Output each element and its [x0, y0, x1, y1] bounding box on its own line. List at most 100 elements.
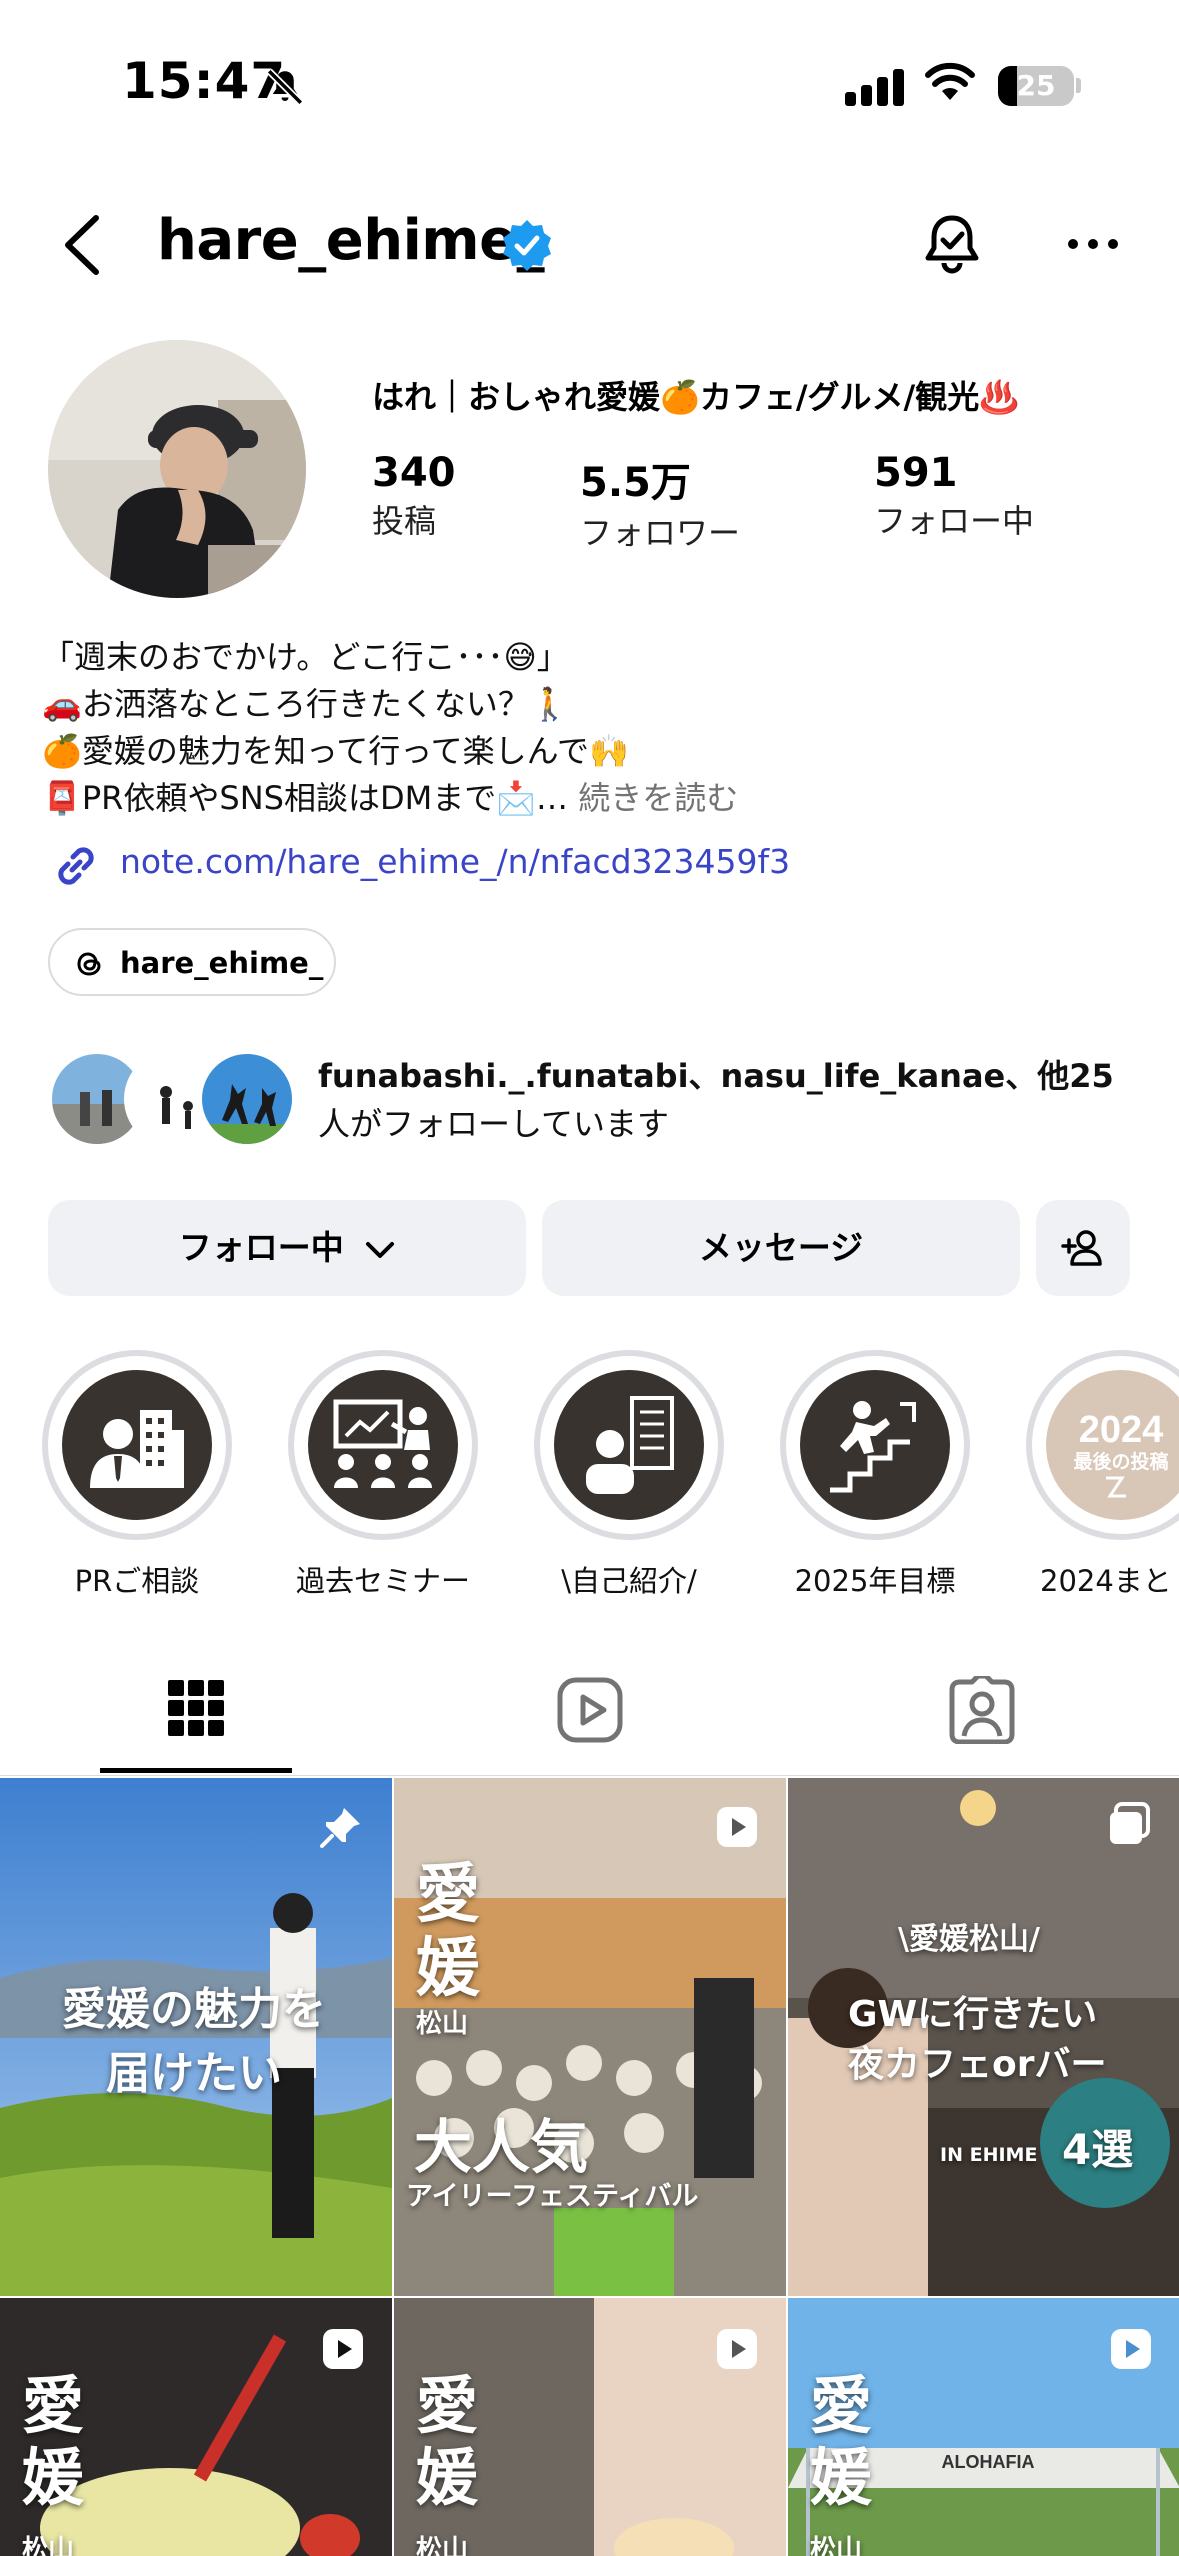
story-highlight[interactable]: 2025年目標 — [780, 1350, 970, 1600]
story-highlight[interactable]: PRご相談 — [42, 1350, 232, 1600]
reel-icon — [323, 2329, 363, 2369]
following-button[interactable]: フォロー中 — [48, 1200, 526, 1296]
highlight-label: PRご相談 — [74, 1564, 200, 1598]
reels-tab-icon[interactable] — [556, 1676, 624, 1744]
suggest-people-button[interactable] — [1036, 1200, 1130, 1296]
post-overlay-text: 愛 — [416, 1858, 480, 1932]
story-highlight[interactable]: 過去セミナー — [288, 1350, 478, 1600]
battery-tip — [1076, 78, 1081, 93]
highlight-label: 2025年目標 — [794, 1564, 956, 1598]
battery-icon: 25 — [998, 66, 1074, 106]
profile-avatar[interactable] — [48, 340, 306, 598]
profile-display-name: はれ｜おしゃれ愛媛🍊カフェ/グルメ/観光♨️ — [372, 378, 1020, 416]
add-person-icon — [1061, 1230, 1102, 1266]
stat-followers[interactable]: 5.5万 フォロワー — [580, 450, 740, 554]
highlight-ring — [288, 1350, 478, 1540]
story-highlight[interactable]: 2024 最後の投稿 2024まと — [1026, 1350, 1179, 1600]
tagged-tab-icon[interactable] — [948, 1676, 1016, 1744]
stat-following-value: 591 — [874, 450, 958, 496]
reel-icon — [1111, 2329, 1151, 2369]
post-thumbnail[interactable]: ALOHAFIA 愛 媛 松山 — [788, 2298, 1179, 2556]
post-overlay-text: 媛 — [416, 1932, 480, 2006]
link-icon — [58, 847, 94, 885]
reel-icon — [717, 2329, 757, 2369]
post-overlay-title: 大人気 — [414, 2113, 589, 2181]
stat-following[interactable]: 591 フォロー中 — [874, 450, 1034, 542]
highlight-cover-subtitle: 最後の投稿 — [1073, 1450, 1168, 1473]
bio-link[interactable]: note.com/hare_ehime_/n/nfacd323459f3 — [120, 842, 790, 881]
post-overlay-top: \愛媛松山/ — [898, 1922, 1040, 1957]
carousel-icon — [1110, 1802, 1150, 1844]
threads-handle: hare_ehime_ — [120, 946, 324, 980]
stat-posts[interactable]: 340 投稿 — [372, 450, 456, 542]
highlight-ring: 2024 最後の投稿 — [1026, 1350, 1179, 1540]
highlight-ring — [534, 1350, 724, 1540]
post-overlay-text: 媛 — [810, 2441, 873, 2514]
year-summary-icon: 2024 最後の投稿 — [1073, 1409, 1169, 1498]
verified-badge-icon — [503, 220, 551, 271]
followed-by-names: funabashi._.funatabi、nasu_life_kanae、他25 — [318, 1057, 1114, 1095]
stat-followers-value: 5.5万 — [580, 460, 691, 506]
highlight-ring — [780, 1350, 970, 1540]
notification-bell-icon[interactable] — [918, 210, 986, 278]
stat-posts-label: 投稿 — [372, 502, 437, 540]
battery-level: 25 — [1016, 69, 1056, 102]
highlight-label: 過去セミナー — [295, 1564, 470, 1598]
threads-badge[interactable]: hare_ehime_ — [48, 928, 336, 996]
post-overlay-subtext: 松山 — [810, 2535, 863, 2556]
post-thumbnail[interactable]: 愛 媛 松山 — [394, 2298, 786, 2556]
stat-posts-value: 340 — [372, 450, 456, 496]
post-overlay-subtext: 松山 — [416, 2535, 469, 2556]
post-thumbnail[interactable]: 愛媛の魅力を 届けたい — [0, 1778, 392, 2296]
highlight-label: \自己紹介/ — [561, 1564, 697, 1598]
seminar-icon — [333, 1399, 432, 1488]
bio-line-text: 📮PR依頼やSNS相談はDMまで📩… — [42, 779, 569, 817]
bio-line: 「週末のおでかけ。どこ行こ･･･😅」 — [42, 638, 569, 676]
stairs-climb-icon — [830, 1401, 916, 1493]
highlight-ring — [42, 1350, 232, 1540]
post-overlay-text: GWに行きたい — [848, 1994, 1098, 2035]
back-icon[interactable] — [58, 210, 108, 280]
bio-line: 🚗お洒落なところ行きたくない？🚶 — [42, 685, 570, 723]
followed-by-text[interactable]: funabashi._.funatabi、nasu_life_kanae、他25… — [318, 1052, 1138, 1148]
mutual-avatar — [198, 1050, 296, 1148]
post-thumbnail[interactable]: 愛 媛 松山 — [0, 2298, 392, 2556]
header-username: hare_ehime_ — [157, 208, 545, 273]
status-time: 15:47 — [122, 52, 287, 110]
story-highlight[interactable]: \自己紹介/ — [534, 1350, 724, 1600]
profile-tabs — [0, 1640, 1179, 1776]
silent-mode-icon — [266, 68, 304, 106]
pin-icon — [320, 1808, 360, 1848]
followed-by-suffix: 人がフォローしています — [318, 1105, 670, 1143]
post-overlay-text: 媛 — [416, 2441, 479, 2514]
stat-following-label: フォロー中 — [874, 502, 1035, 540]
threads-icon — [77, 952, 101, 976]
post-overlay-subtext: 松山 — [416, 2009, 469, 2039]
post-overlay-text: 媛 — [22, 2441, 85, 2514]
highlight-label: 2024まと — [1040, 1564, 1172, 1598]
chevron-down-icon — [366, 1241, 395, 1258]
post-thumbnail[interactable]: 愛 媛 松山 大人気 アイリーフェスティバル — [394, 1778, 786, 2296]
profile-bio: 「週末のおでかけ。どこ行こ･･･😅」 🚗お洒落なところ行きたくない？🚶 🍊愛媛の… — [42, 634, 738, 822]
business-person-icon — [90, 1410, 184, 1488]
read-more-link[interactable]: 続きを読む — [578, 779, 738, 817]
grid-tab-icon[interactable] — [166, 1678, 226, 1738]
post-sign-text: ALOHAFIA — [942, 2452, 1035, 2472]
bio-line: 🍊愛媛の魅力を知って行って楽しんで🙌 — [42, 732, 629, 770]
profile-card-icon — [586, 1396, 674, 1494]
post-overlay-count: 4選 — [1062, 2125, 1134, 2174]
stat-followers-label: フォロワー — [580, 514, 741, 552]
post-thumbnail[interactable]: \愛媛松山/ GWに行きたい 夜カフェorバー IN EHIME 4選 — [788, 1778, 1179, 2296]
message-button[interactable]: メッセージ — [542, 1200, 1020, 1296]
followed-by-avatars[interactable] — [48, 1050, 298, 1150]
bio-line: 📮PR依頼やSNS相談はDMまで📩… 続きを読む — [42, 775, 738, 822]
post-overlay-text: 愛 — [22, 2369, 85, 2442]
post-overlay-text: 届けたい — [106, 2048, 282, 2099]
highlight-cover-year: 2024 — [1079, 1409, 1164, 1451]
post-overlay-caption: アイリーフェスティバル — [406, 2181, 699, 2212]
active-tab-indicator — [100, 1768, 292, 1773]
post-overlay-text: 愛 — [416, 2369, 479, 2442]
reel-icon — [717, 1807, 757, 1847]
post-overlay-subtext: 松山 — [22, 2535, 75, 2556]
more-options-icon[interactable] — [1065, 236, 1121, 252]
